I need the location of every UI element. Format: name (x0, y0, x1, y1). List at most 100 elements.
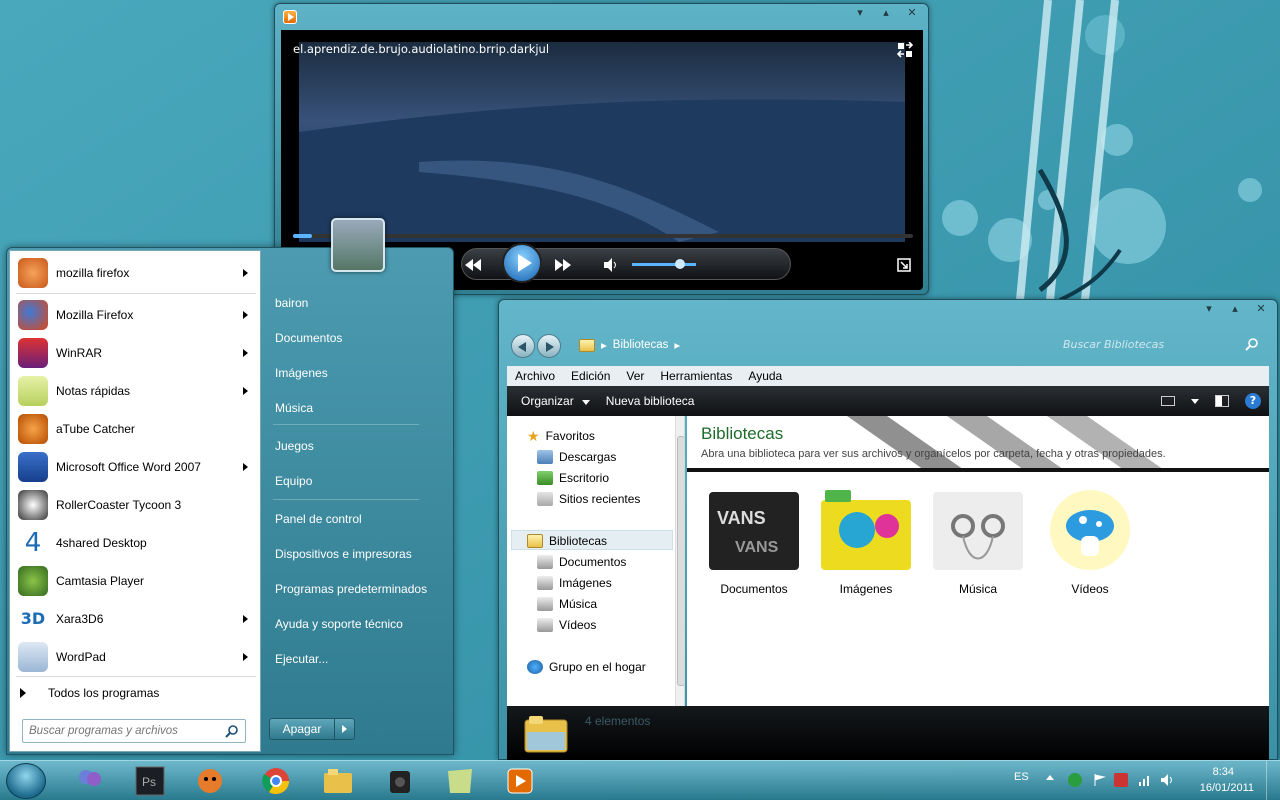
close-button[interactable]: ✕ (904, 6, 920, 20)
start-right-item[interactable]: Documentos (275, 326, 445, 350)
back-button[interactable] (511, 334, 535, 358)
fullscreen-icon[interactable] (897, 258, 911, 272)
scroll-thumb[interactable] (677, 436, 684, 686)
start-program-item[interactable]: Notas rápidas (14, 373, 258, 409)
library-tile[interactable]: VANS VANS Documentos (699, 486, 809, 596)
submenu-arrow-icon[interactable] (243, 615, 248, 623)
taskbar-camera-icon[interactable] (380, 765, 420, 797)
start-button[interactable] (6, 763, 46, 799)
all-programs-button[interactable]: Todos los programas (20, 682, 159, 704)
previous-button[interactable] (464, 256, 482, 274)
play-button[interactable] (502, 243, 542, 283)
taskbar-explorer-icon[interactable] (318, 765, 358, 797)
action-center-icon[interactable] (1092, 773, 1106, 787)
show-hidden-icons-icon[interactable] (1046, 775, 1054, 780)
start-program-item[interactable]: 4 4shared Desktop (14, 525, 258, 561)
start-program-item[interactable]: 3D Xara3D6 (14, 601, 258, 637)
start-right-item[interactable]: bairon (275, 291, 445, 315)
shutdown-button[interactable]: Apagar (269, 718, 335, 740)
volume-slider[interactable] (632, 259, 696, 269)
close-button[interactable]: ✕ (1253, 302, 1269, 316)
explorer-search-input[interactable]: Buscar Bibliotecas (1033, 335, 1263, 355)
scrollbar[interactable] (675, 416, 684, 706)
menu-item[interactable]: Ayuda (740, 366, 790, 386)
new-library-button[interactable]: Nueva biblioteca (592, 394, 709, 408)
start-right-item[interactable]: Juegos (275, 434, 445, 458)
view-options-icon[interactable] (1161, 396, 1175, 406)
menu-item[interactable]: Ver (618, 366, 652, 386)
taskbar-chrome-icon[interactable] (256, 765, 296, 797)
clock-date[interactable]: 16/01/2011 (1200, 782, 1254, 794)
organize-button[interactable]: Organizar (507, 394, 592, 408)
library-tile[interactable]: Vídeos (1035, 486, 1145, 596)
start-right-item[interactable]: Imágenes (275, 361, 445, 385)
taskbar-media-player-icon[interactable] (500, 765, 540, 797)
tree-library-item[interactable]: Música (537, 594, 597, 614)
taskbar-photoshop-icon[interactable]: Ps (130, 765, 170, 797)
clock-time[interactable]: 8:34 (1213, 766, 1234, 778)
search-icon[interactable] (1245, 337, 1259, 351)
start-right-item[interactable]: Música (275, 396, 445, 420)
explorer-titlebar[interactable]: ▾ ▴ ✕ (499, 300, 1277, 324)
start-program-item[interactable]: RollerCoaster Tycoon 3 (14, 487, 258, 523)
taskbar-firefox-fox-icon[interactable] (190, 765, 230, 797)
start-right-item[interactable]: Ayuda y soporte técnico (275, 612, 445, 636)
search-icon[interactable] (225, 724, 239, 738)
start-program-item[interactable]: aTube Catcher (14, 411, 258, 447)
explorer-window[interactable]: ▾ ▴ ✕ ▸ Bibliotecas ▸ Buscar Bibliotecas… (498, 299, 1278, 760)
start-program-item[interactable]: mozilla firefox (14, 255, 258, 291)
tree-libraries[interactable]: Bibliotecas (527, 531, 607, 551)
submenu-arrow-icon[interactable] (243, 269, 248, 277)
tree-library-item[interactable]: Documentos (537, 552, 626, 572)
volume-knob[interactable] (675, 259, 685, 269)
alert-icon[interactable] (1114, 773, 1128, 787)
start-right-item[interactable]: Ejecutar... (275, 647, 445, 671)
minimize-button[interactable]: ▾ (852, 6, 868, 20)
start-program-item[interactable]: Mozilla Firefox (14, 297, 258, 333)
submenu-arrow-icon[interactable] (243, 387, 248, 395)
start-search-box[interactable] (22, 719, 246, 743)
security-icon[interactable] (1068, 773, 1082, 787)
forward-button[interactable] (537, 334, 561, 358)
taskbar-messenger-icon[interactable] (70, 765, 110, 797)
library-tile[interactable]: Música (923, 486, 1033, 596)
tree-favorite-item[interactable]: Descargas (537, 447, 616, 467)
minimize-button[interactable]: ▾ (1201, 302, 1217, 316)
volume-icon[interactable] (602, 256, 620, 274)
address-bar[interactable]: ▸ Bibliotecas ▸ (579, 335, 680, 355)
menu-item[interactable]: Herramientas (652, 366, 740, 386)
menu-item[interactable]: Edición (563, 366, 618, 386)
video-frame[interactable] (299, 42, 905, 242)
start-program-item[interactable]: WinRAR (14, 335, 258, 371)
shutdown-options-button[interactable] (335, 718, 355, 740)
show-desktop-button[interactable] (1266, 761, 1280, 800)
tree-homegroup[interactable]: Grupo en el hogar (527, 657, 646, 677)
start-program-item[interactable]: WordPad (14, 639, 258, 675)
tree-favorites[interactable]: ★ Favoritos (527, 426, 595, 446)
breadcrumb-bibliotecas[interactable]: Bibliotecas (613, 339, 669, 351)
help-icon[interactable]: ? (1245, 393, 1261, 409)
taskbar-sticky-notes-icon[interactable] (440, 765, 480, 797)
start-search-input[interactable] (29, 723, 219, 739)
language-indicator[interactable]: ES (1014, 771, 1029, 783)
chevron-down-icon[interactable] (1191, 398, 1199, 404)
submenu-arrow-icon[interactable] (243, 311, 248, 319)
tree-library-item[interactable]: Vídeos (537, 615, 596, 635)
next-button[interactable] (554, 256, 572, 274)
start-right-item[interactable]: Equipo (275, 469, 445, 493)
start-right-item[interactable]: Programas predeterminados (275, 577, 445, 601)
tree-favorite-item[interactable]: Sitios recientes (537, 489, 640, 509)
tree-library-item[interactable]: Imágenes (537, 573, 612, 593)
start-program-item[interactable]: Camtasia Player (14, 563, 258, 599)
start-program-item[interactable]: Microsoft Office Word 2007 (14, 449, 258, 485)
submenu-arrow-icon[interactable] (243, 653, 248, 661)
preview-pane-icon[interactable] (1215, 395, 1229, 407)
submenu-arrow-icon[interactable] (243, 463, 248, 471)
volume-icon[interactable] (1160, 773, 1174, 787)
network-icon[interactable] (1138, 773, 1152, 787)
user-avatar[interactable] (331, 218, 385, 272)
maximize-button[interactable]: ▴ (878, 6, 894, 20)
switch-view-icon[interactable] (897, 42, 913, 58)
seek-bar[interactable] (293, 234, 913, 238)
library-tile[interactable]: Imágenes (811, 486, 921, 596)
